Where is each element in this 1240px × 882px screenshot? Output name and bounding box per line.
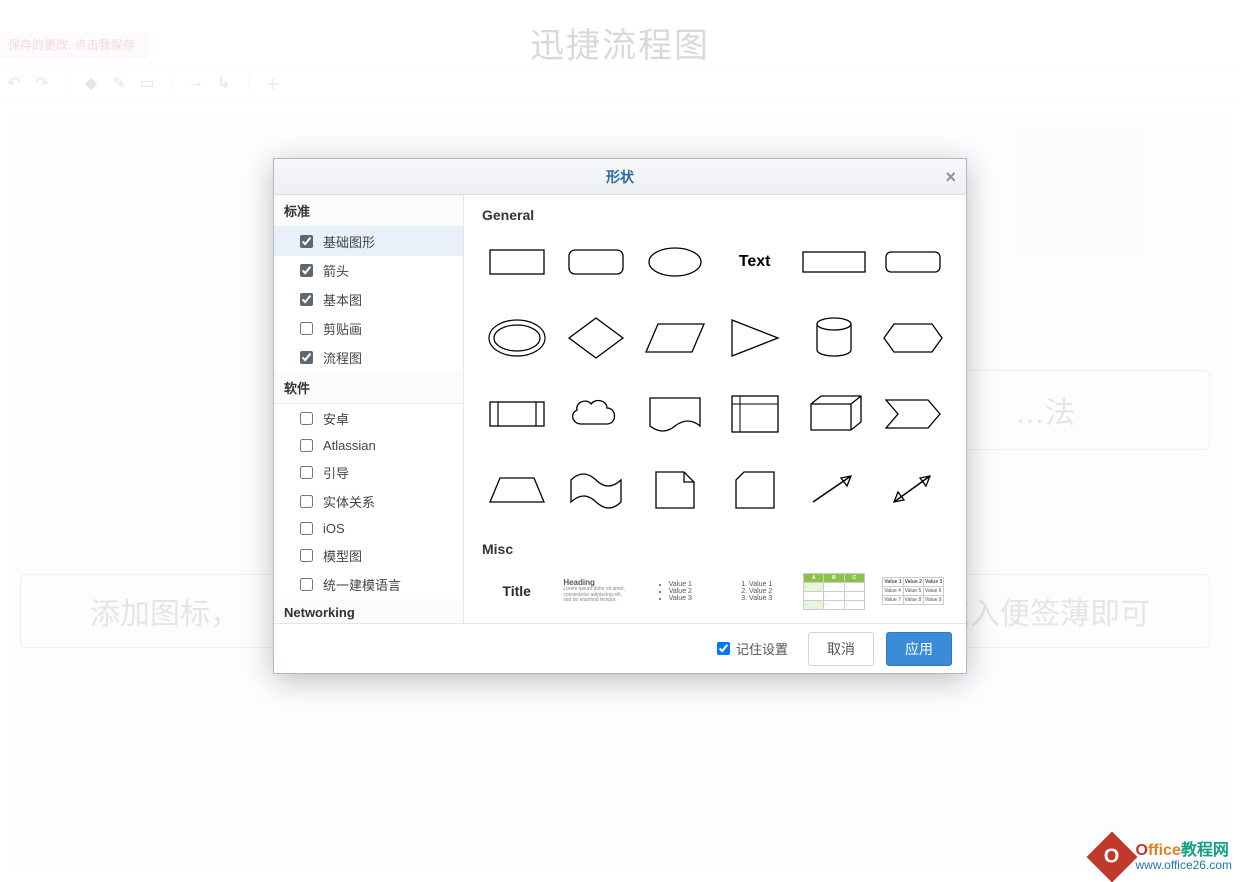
shape-triangle[interactable] (720, 309, 789, 367)
shapes-preview-pane[interactable]: General Text (464, 195, 966, 623)
misc-shape-grid: Title Heading Lorem ipsum dolor sit amet… (482, 567, 948, 615)
shape-process[interactable] (482, 385, 551, 443)
shape-hexagon[interactable] (879, 309, 948, 367)
category-label: 引导 (323, 463, 349, 482)
category-checkbox[interactable] (300, 549, 313, 562)
remember-checkbox-input[interactable] (717, 642, 730, 655)
cancel-button[interactable]: 取消 (808, 632, 874, 666)
category-item[interactable]: iOS (274, 516, 463, 541)
category-checkbox[interactable] (300, 522, 313, 535)
category-item[interactable]: 模型图 (274, 541, 463, 570)
shape-double-ellipse[interactable] (482, 309, 551, 367)
category-label: Atlassian (323, 438, 376, 453)
section-header: 标准 (274, 195, 463, 227)
misc-numbered-list[interactable]: Value 1Value 2Value 3 (720, 567, 789, 615)
category-item[interactable]: 流程图 (274, 343, 463, 372)
category-checkbox[interactable] (300, 578, 313, 591)
remember-settings-checkbox[interactable]: 记住设置 (717, 639, 788, 658)
category-label: 模型图 (323, 546, 362, 565)
category-item[interactable]: 剪贴画 (274, 314, 463, 343)
shape-internal-storage[interactable] (720, 385, 789, 443)
shapes-dialog-wrap: 形状 × 标准基础图形箭头基本图剪贴画流程图软件安卓 Atlassian 引导实体关… (0, 0, 1240, 881)
category-item[interactable]: 引导 (274, 458, 463, 487)
misc-title-block[interactable]: Title (482, 567, 551, 615)
category-label: 剪贴画 (323, 319, 362, 338)
misc-bullet-list[interactable]: Value 1Value 2Value 3 (641, 567, 710, 615)
shape-diamond[interactable] (561, 309, 630, 367)
category-label: 箭头 (323, 261, 349, 280)
category-checkbox[interactable] (300, 412, 313, 425)
watermark-brand: Office教程网 (1136, 842, 1233, 860)
category-checkbox[interactable] (300, 322, 313, 335)
shape-group-title: Misc (482, 541, 948, 557)
shape-card[interactable] (720, 461, 789, 519)
watermark-logo-icon: O (1086, 832, 1137, 882)
category-label: iOS (323, 521, 345, 536)
category-checkbox[interactable] (300, 293, 313, 306)
category-label: 基础图形 (323, 232, 375, 251)
close-icon[interactable]: × (945, 167, 956, 188)
shape-tape[interactable] (561, 461, 630, 519)
shape-note[interactable] (641, 461, 710, 519)
section-header: Networking (274, 599, 463, 623)
category-checkbox[interactable] (300, 439, 313, 452)
dialog-footer: 记住设置 取消 应用 (274, 623, 966, 673)
category-item[interactable]: 基本图 (274, 285, 463, 314)
category-checkbox[interactable] (300, 466, 313, 479)
misc-table-green[interactable]: ABC········· (799, 567, 868, 615)
shape-rounded-rectangle[interactable] (561, 233, 630, 291)
general-shape-grid: Text (482, 233, 948, 519)
category-checkbox[interactable] (300, 264, 313, 277)
shape-text[interactable]: Text (720, 233, 789, 291)
shape-bidirectional-arrow[interactable] (879, 461, 948, 519)
shapes-dialog: 形状 × 标准基础图形箭头基本图剪贴画流程图软件安卓 Atlassian 引导实体关… (273, 158, 967, 674)
shape-arrow[interactable] (799, 461, 868, 519)
shape-rectangle-wide[interactable] (799, 233, 868, 291)
shape-cloud[interactable] (561, 385, 630, 443)
shape-trapezoid[interactable] (482, 461, 551, 519)
category-checkbox[interactable] (300, 235, 313, 248)
category-item[interactable]: 统一建模语言 (274, 570, 463, 599)
shape-ellipse[interactable] (641, 233, 710, 291)
category-checkbox[interactable] (300, 351, 313, 364)
category-item[interactable]: 箭头 (274, 256, 463, 285)
shape-rectangle[interactable] (482, 233, 551, 291)
category-label: 基本图 (323, 290, 362, 309)
category-sidebar[interactable]: 标准基础图形箭头基本图剪贴画流程图软件安卓 Atlassian 引导实体关系 iOS 模… (274, 195, 464, 623)
misc-heading-block[interactable]: Heading Lorem ipsum dolor sit amet, cons… (561, 567, 630, 615)
category-label: 实体关系 (323, 492, 375, 511)
shape-document[interactable] (641, 385, 710, 443)
site-watermark: O Office教程网 www.office26.com (1094, 839, 1233, 875)
misc-table-plain[interactable]: Value 1Value 2Value 3Value 4Value 5Value… (879, 567, 948, 615)
dialog-header: 形状 × (274, 159, 966, 195)
apply-button[interactable]: 应用 (886, 632, 952, 666)
section-header: 软件 (274, 372, 463, 404)
watermark-url: www.office26.com (1136, 859, 1233, 872)
dialog-title: 形状 (606, 167, 634, 187)
category-label: 流程图 (323, 348, 362, 367)
category-label: 统一建模语言 (323, 575, 401, 594)
category-item[interactable]: Atlassian (274, 433, 463, 458)
shape-rounded-wide[interactable] (879, 233, 948, 291)
shape-cylinder[interactable] (799, 309, 868, 367)
shape-cube[interactable] (799, 385, 868, 443)
shape-group-title: General (482, 207, 948, 223)
category-item[interactable]: 安卓 (274, 404, 463, 433)
shape-parallelogram[interactable] (641, 309, 710, 367)
category-label: 安卓 (323, 409, 349, 428)
shape-step[interactable] (879, 385, 948, 443)
category-checkbox[interactable] (300, 495, 313, 508)
category-item[interactable]: 基础图形 (274, 227, 463, 256)
category-item[interactable]: 实体关系 (274, 487, 463, 516)
